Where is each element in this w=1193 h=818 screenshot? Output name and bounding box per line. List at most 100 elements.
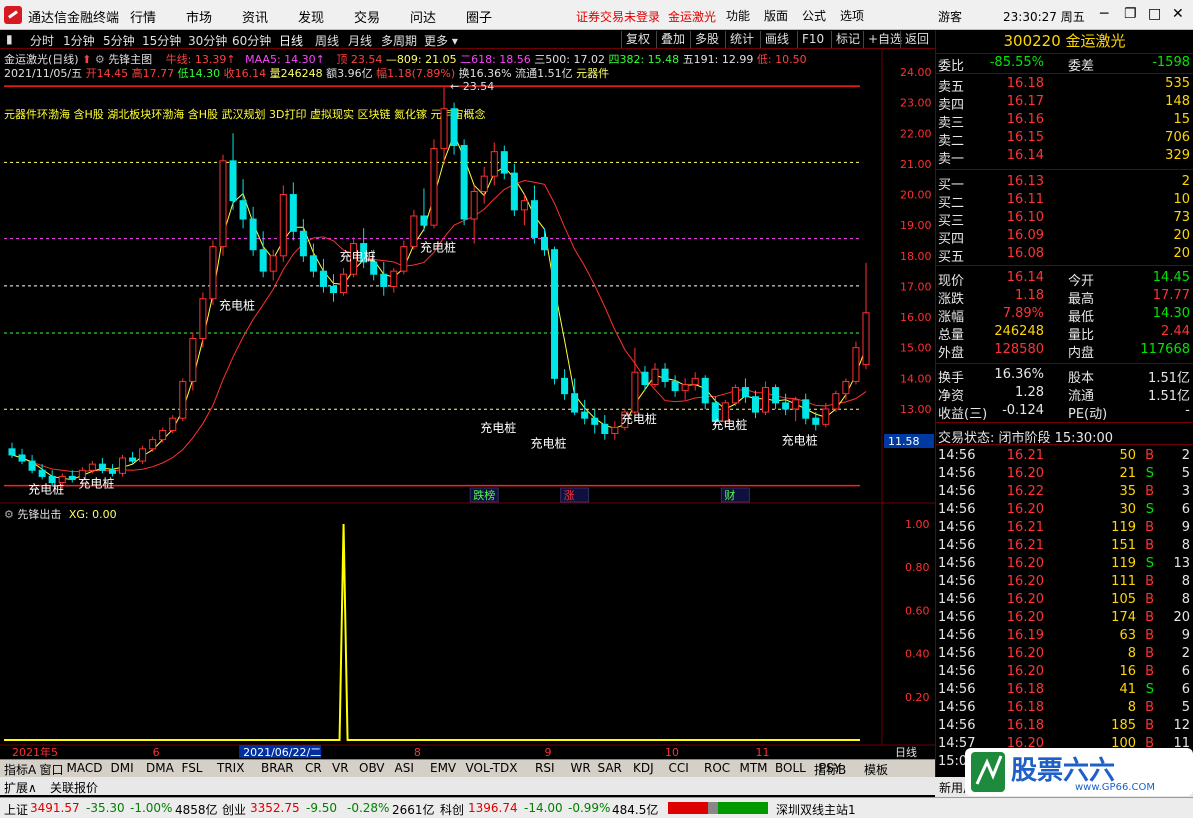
indicator-tab-13[interactable]: VOL-TDX: [466, 761, 518, 775]
toolbar-4[interactable]: 画线: [760, 31, 789, 48]
toolbar-5[interactable]: F10: [797, 31, 824, 48]
toolbar-1[interactable]: 叠加: [656, 31, 685, 48]
period-1[interactable]: 1分钟: [63, 32, 95, 49]
server-site[interactable]: 深圳双线主站1: [776, 801, 856, 818]
period-2[interactable]: 5分钟: [103, 32, 135, 49]
menu-0[interactable]: 行情: [130, 7, 186, 26]
candle-body: [269, 255, 277, 272]
period-8[interactable]: 月线: [348, 32, 372, 49]
clock: 23:30:27 周五: [1003, 10, 1085, 24]
right-menu-1[interactable]: 版面: [764, 7, 788, 24]
candle-body: [319, 270, 327, 287]
right-menu-2[interactable]: 公式: [802, 7, 826, 24]
right-menu-3[interactable]: 选项: [840, 7, 864, 24]
period-0[interactable]: 分时: [30, 32, 54, 49]
maximize-icon[interactable]: □: [1148, 6, 1161, 22]
bid-row: 买三 16.10 73: [936, 210, 1193, 229]
indicator-tab-15[interactable]: WR: [571, 761, 591, 775]
indicator-tab-7[interactable]: BRAR: [261, 761, 294, 775]
toolbar-3[interactable]: 统计: [725, 31, 754, 48]
candle-body: [229, 160, 237, 202]
quote-cell: 8: [1181, 538, 1190, 553]
period-7[interactable]: 周线: [315, 32, 339, 49]
quote-cell: 买二: [938, 196, 965, 211]
period-9[interactable]: 多周期: [381, 32, 417, 49]
index-kc-label[interactable]: 科创: [440, 801, 464, 818]
indicator-tab-8[interactable]: CR: [305, 761, 322, 775]
toolbar-2[interactable]: 多股: [690, 31, 719, 48]
menu-6[interactable]: 圈子: [466, 7, 522, 26]
indicator-right-1[interactable]: 模板: [864, 761, 888, 778]
expand-tab-1[interactable]: 关联报价: [50, 779, 98, 796]
indicator-tab-11[interactable]: ASI: [395, 761, 414, 775]
indicator-tab-3[interactable]: DMI: [111, 761, 134, 775]
quote-cell: 卖二: [938, 134, 965, 149]
index-sh-change: -35.30: [86, 801, 125, 815]
indicator-tab-20[interactable]: MTM: [740, 761, 768, 775]
period-10[interactable]: 更多 ▾: [424, 32, 458, 49]
quote-cell: 7.89%: [1002, 306, 1044, 321]
period-3[interactable]: 15分钟: [142, 32, 181, 49]
quote-cell: 14:56: [938, 520, 976, 535]
indicator-tab-9[interactable]: VR: [332, 761, 349, 775]
minimize-icon[interactable]: ─: [1100, 6, 1108, 22]
period-5[interactable]: 60分钟: [232, 32, 271, 49]
indicator-tab-21[interactable]: BOLL: [775, 761, 806, 775]
indicator-tab-2[interactable]: MACD: [67, 761, 103, 775]
indicator-tab-5[interactable]: FSL: [182, 761, 203, 775]
menu-4[interactable]: 交易: [354, 7, 410, 26]
indicator-right-0[interactable]: 指标B: [814, 761, 846, 778]
indicator-tab-4[interactable]: DMA: [146, 761, 174, 775]
indicator-tab-14[interactable]: RSI: [535, 761, 555, 775]
indicator-tab-12[interactable]: EMV: [430, 761, 456, 775]
signal-label-2: 充电桩: [219, 298, 255, 313]
indicator-tab-16[interactable]: SAR: [598, 761, 622, 775]
expand-tab-0[interactable]: 扩展∧: [4, 779, 37, 796]
indicator-tab-6[interactable]: TRIX: [217, 761, 244, 775]
indicator-tab-0[interactable]: 指标A: [4, 761, 36, 778]
candle-body: [832, 393, 840, 410]
toolbar-7[interactable]: +自选: [863, 31, 902, 48]
user-label[interactable]: 游客: [938, 8, 962, 25]
tick-row: 14:56 16.18 185 B 12: [936, 718, 1193, 736]
candle-body: [842, 380, 850, 395]
menu-1[interactable]: 市场: [186, 7, 242, 26]
sub-settings-icon[interactable]: ⚙: [4, 508, 14, 521]
signal-label-4: 充电桩: [420, 239, 456, 254]
index-sh-label[interactable]: 上证: [4, 801, 28, 818]
kline-chart[interactable]: 充电桩 充电桩充电桩充电桩充电桩充电桩充电桩充电桩 充电桩充电桩← 23.5424.…: [0, 50, 935, 759]
menu-3[interactable]: 发现: [298, 7, 354, 26]
menu-2[interactable]: 资讯: [242, 7, 298, 26]
tick-row: 14:56 16.20 21 S 5: [936, 466, 1193, 484]
indicator-tab-18[interactable]: CCI: [669, 761, 689, 775]
quote-cell: 最高: [1068, 292, 1095, 307]
bid-row: 买二 16.11 10: [936, 192, 1193, 211]
quote-cell: 17.77: [1152, 288, 1190, 303]
period-6[interactable]: 日线: [279, 32, 303, 49]
right-menu-0[interactable]: 功能: [726, 7, 750, 24]
quote-cell: B: [1145, 448, 1154, 463]
period-4[interactable]: 30分钟: [188, 32, 227, 49]
quote-cell: 111: [1111, 574, 1136, 589]
toolbar-8[interactable]: 返回: [900, 31, 929, 48]
quote-cell: 50: [1119, 448, 1136, 463]
trade-login-warning[interactable]: 证券交易未登录: [576, 8, 660, 25]
close-icon[interactable]: ✕: [1172, 6, 1184, 22]
indicator-tab-10[interactable]: OBV: [359, 761, 385, 775]
quote-cell: S: [1145, 556, 1154, 571]
quote-cell: 换手: [938, 371, 965, 386]
quote-cell: 14:56: [938, 664, 976, 679]
quote-cell: 3: [1181, 484, 1190, 499]
indicator-tab-17[interactable]: KDJ: [633, 761, 654, 775]
index-cy-label[interactable]: 创业: [222, 801, 246, 818]
menu-5[interactable]: 问达: [410, 7, 466, 26]
quote-cell: 总量: [938, 328, 965, 343]
restore-icon[interactable]: ❐: [1124, 6, 1137, 22]
panel-toggle-icon[interactable]: ▮: [6, 32, 13, 46]
quote-cell: 5: [1181, 466, 1190, 481]
indicator-tab-19[interactable]: ROC: [704, 761, 730, 775]
quote-cell: 16.15: [1006, 130, 1044, 145]
indicator-tab-1[interactable]: 窗口: [40, 761, 64, 778]
toolbar-6[interactable]: 标记: [831, 31, 860, 48]
toolbar-0[interactable]: 复权: [621, 31, 650, 48]
